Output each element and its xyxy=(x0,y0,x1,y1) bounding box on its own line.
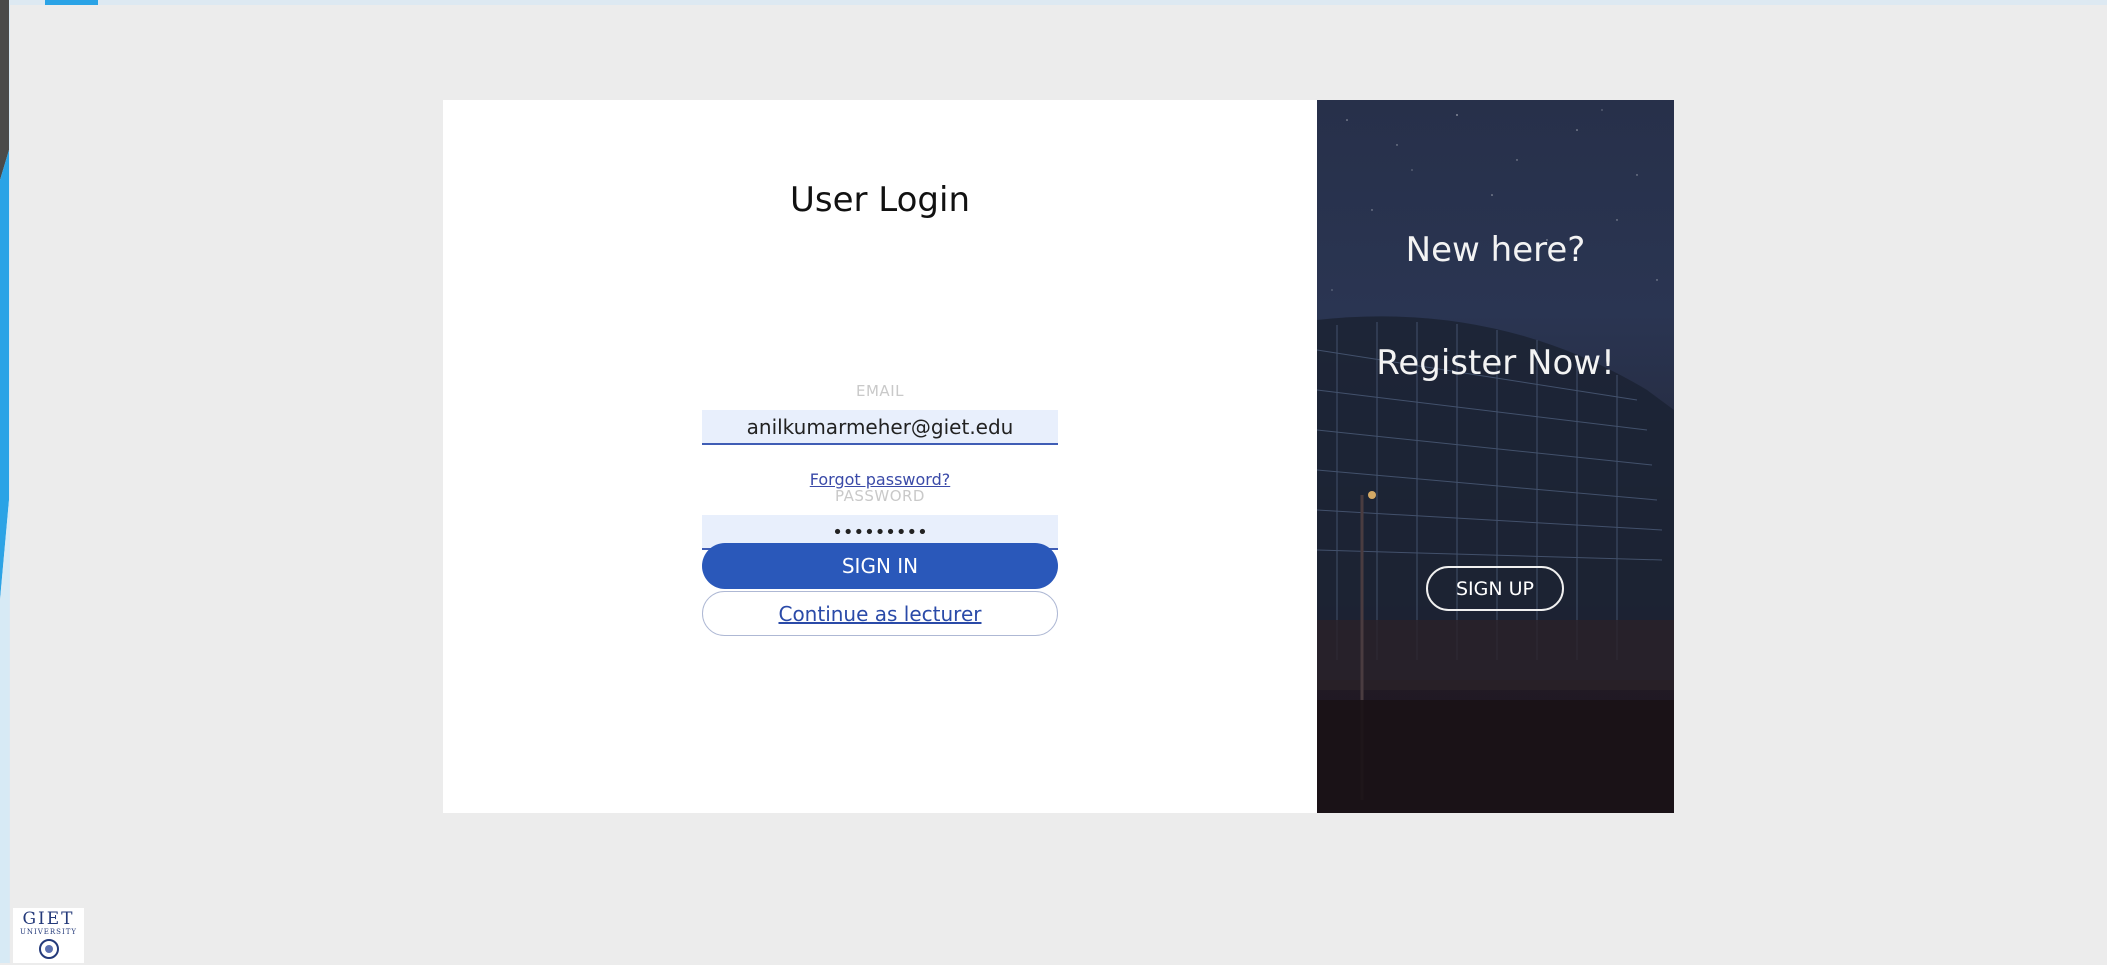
giet-university-logo: GIET UNIVERSITY xyxy=(13,908,84,963)
email-label: EMAIL xyxy=(856,382,904,400)
sign-up-button[interactable]: SIGN UP xyxy=(1426,566,1564,611)
city-night-background xyxy=(1317,109,1674,813)
sign-in-button[interactable]: SIGN IN xyxy=(702,543,1058,589)
login-pane: User Login EMAIL PASSWORD ••••••••• Forg… xyxy=(443,100,1317,813)
logo-emblem-icon xyxy=(38,939,59,959)
login-card: User Login EMAIL PASSWORD ••••••••• Forg… xyxy=(443,100,1674,813)
continue-as-lecturer-button[interactable]: Continue as lecturer xyxy=(702,591,1058,636)
new-here-heading: New here? xyxy=(1405,230,1586,270)
top-accent-tab xyxy=(45,0,98,5)
top-accent-bar xyxy=(0,0,2107,5)
forgot-password-link[interactable]: Forgot password? xyxy=(443,470,1317,489)
edge-decoration xyxy=(0,0,10,963)
password-label: PASSWORD xyxy=(834,487,925,505)
register-promo-panel: New here? Register Now! SIGN UP xyxy=(1317,100,1674,813)
register-now-heading: Register Now! xyxy=(1376,343,1615,383)
page-title: User Login xyxy=(789,180,971,220)
logo-text-main: GIET xyxy=(22,909,75,929)
email-field[interactable] xyxy=(702,410,1058,445)
logo-text-sub: UNIVERSITY xyxy=(19,928,78,936)
